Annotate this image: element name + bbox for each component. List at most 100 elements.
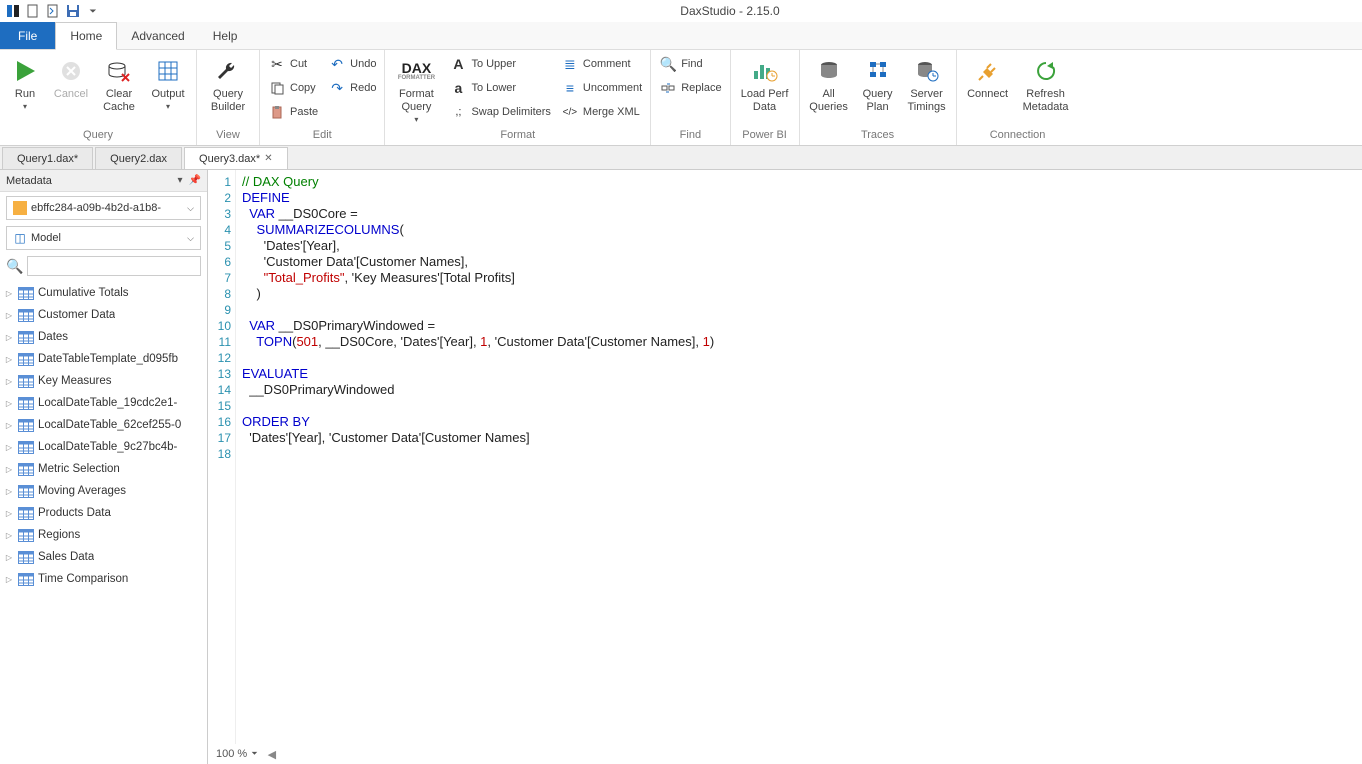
metadata-table-item[interactable]: ▷Time Comparison (0, 568, 207, 590)
tab-help[interactable]: Help (199, 22, 252, 49)
copy-button[interactable]: Copy (264, 76, 322, 100)
menu-bar: File Home Advanced Help (0, 22, 1362, 50)
expand-icon[interactable]: ▷ (4, 289, 14, 298)
to-lower-button[interactable]: aTo Lower (445, 76, 554, 100)
qat-dropdown-icon[interactable]: ⏷ (84, 2, 102, 20)
metadata-table-item[interactable]: ▷Products Data (0, 502, 207, 524)
metadata-table-item[interactable]: ▷Moving Averages (0, 480, 207, 502)
expand-icon[interactable]: ▷ (4, 487, 14, 496)
document-tab[interactable]: Query3.dax* ✕ (184, 147, 288, 169)
metadata-table-item[interactable]: ▷Key Measures (0, 370, 207, 392)
lowercase-icon: a (449, 80, 467, 96)
close-icon[interactable]: ✕ (264, 153, 272, 164)
zoom-dropdown-icon[interactable]: ⏷ (251, 749, 257, 759)
cancel-button[interactable]: Cancel (48, 52, 94, 101)
output-button[interactable]: Output ▾ (144, 52, 192, 111)
ribbon: Run ▾ Cancel Clear Cache Output ▾ Query (0, 50, 1362, 146)
metadata-table-item[interactable]: ▷Regions (0, 524, 207, 546)
merge-xml-button[interactable]: </>Merge XML (557, 100, 646, 124)
format-query-button[interactable]: DAXFORMATTER Format Query ▾ (389, 52, 443, 124)
metadata-table-item[interactable]: ▷Sales Data (0, 546, 207, 568)
database-icon (813, 56, 845, 86)
panel-dropdown-icon[interactable]: ▾ (178, 175, 183, 186)
metadata-panel: Metadata ▾ 📌 ebffc284-a09b-4b2d-a1b8- ⌵ … (0, 170, 208, 764)
expand-icon[interactable]: ▷ (4, 575, 14, 584)
metadata-search-input[interactable] (27, 256, 201, 276)
metadata-table-item[interactable]: ▷DateTableTemplate_d095fb (0, 348, 207, 370)
ribbon-group-label: Edit (264, 127, 380, 145)
table-icon (18, 418, 34, 432)
replace-button[interactable]: Replace (655, 76, 725, 100)
tab-advanced[interactable]: Advanced (117, 22, 198, 49)
cut-button[interactable]: ✂Cut (264, 52, 322, 76)
new-connected-icon[interactable] (44, 2, 62, 20)
expand-icon[interactable]: ▷ (4, 399, 14, 408)
file-menu[interactable]: File (0, 22, 55, 49)
load-perf-data-button[interactable]: Load Perf Data (735, 52, 795, 114)
to-upper-button[interactable]: ATo Upper (445, 52, 554, 76)
expand-icon[interactable]: ▷ (4, 531, 14, 540)
ribbon-group-label: Format (389, 127, 646, 145)
expand-icon[interactable]: ▷ (4, 443, 14, 452)
code-content[interactable]: // DAX QueryDEFINE VAR __DS0Core = SUMMA… (236, 170, 720, 744)
expand-icon[interactable]: ▷ (4, 421, 14, 430)
metadata-table-name: LocalDateTable_62cef255-0 (38, 419, 181, 431)
clear-cache-icon (103, 56, 135, 86)
app-icon (4, 2, 22, 20)
metadata-table-item[interactable]: ▷LocalDateTable_9c27bc4b- (0, 436, 207, 458)
table-icon (18, 462, 34, 476)
expand-icon[interactable]: ▷ (4, 355, 14, 364)
ribbon-group-label: View (201, 127, 255, 145)
quick-access-toolbar: ⏷ (4, 2, 102, 20)
save-icon[interactable] (64, 2, 82, 20)
uncomment-button[interactable]: ≡Uncomment (557, 76, 646, 100)
expand-icon[interactable]: ▷ (4, 333, 14, 342)
pin-icon[interactable]: 📌 (189, 175, 201, 186)
document-tab-label: Query2.dax (110, 153, 167, 165)
metadata-table-item[interactable]: ▷Dates (0, 326, 207, 348)
search-icon: 🔍 (6, 258, 23, 275)
connect-button[interactable]: Connect (961, 52, 1015, 101)
expand-icon[interactable]: ▷ (4, 465, 14, 474)
tab-home[interactable]: Home (55, 22, 117, 50)
clear-cache-button[interactable]: Clear Cache (96, 52, 142, 114)
scissors-icon: ✂ (268, 56, 286, 73)
replace-icon (659, 81, 677, 95)
query-plan-button[interactable]: Query Plan (856, 52, 900, 114)
ribbon-group-find: 🔍Find Replace Find (651, 50, 730, 145)
document-tab[interactable]: Query2.dax (95, 147, 182, 169)
metadata-table-item[interactable]: ▷LocalDateTable_19cdc2e1- (0, 392, 207, 414)
run-button[interactable]: Run ▾ (4, 52, 46, 111)
metadata-table-item[interactable]: ▷Cumulative Totals (0, 282, 207, 304)
expand-icon[interactable]: ▷ (4, 553, 14, 562)
wrench-icon (212, 56, 244, 86)
expand-icon[interactable]: ▷ (4, 311, 14, 320)
comment-button[interactable]: ≣Comment (557, 52, 646, 76)
swap-delimiters-button[interactable]: ,;Swap Delimiters (445, 100, 554, 124)
redo-button[interactable]: ↷Redo (324, 76, 380, 100)
paste-button[interactable]: Paste (264, 100, 322, 124)
cancel-icon (55, 56, 87, 86)
find-button[interactable]: 🔍Find (655, 52, 725, 76)
all-queries-button[interactable]: All Queries (804, 52, 854, 114)
expand-icon[interactable]: ▷ (4, 509, 14, 518)
expand-icon[interactable]: ▷ (4, 377, 14, 386)
server-timings-button[interactable]: Server Timings (902, 52, 952, 114)
code-editor[interactable]: 123456789101112131415161718 // DAX Query… (208, 170, 1362, 744)
model-selector[interactable]: ◫ Model ⌵ (6, 226, 201, 250)
metadata-table-item[interactable]: ▷Customer Data (0, 304, 207, 326)
query-builder-button[interactable]: Query Builder (201, 52, 255, 114)
metadata-table-item[interactable]: ▷ LocalDateTable_62cef255-0 (0, 414, 207, 436)
ribbon-group-label: Connection (961, 127, 1075, 145)
search-icon: 🔍 (659, 56, 677, 73)
new-file-icon[interactable] (24, 2, 42, 20)
scroll-left-icon[interactable]: ◀ (268, 748, 276, 761)
swap-icon: ,; (449, 106, 467, 118)
metadata-table-item[interactable]: ▷Metric Selection (0, 458, 207, 480)
database-icon (13, 201, 27, 215)
document-tab[interactable]: Query1.dax* (2, 147, 93, 169)
undo-button[interactable]: ↶Undo (324, 52, 380, 76)
database-selector[interactable]: ebffc284-a09b-4b2d-a1b8- ⌵ (6, 196, 201, 220)
refresh-metadata-button[interactable]: Refresh Metadata (1017, 52, 1075, 114)
document-tab-label: Query3.dax* (199, 153, 260, 165)
